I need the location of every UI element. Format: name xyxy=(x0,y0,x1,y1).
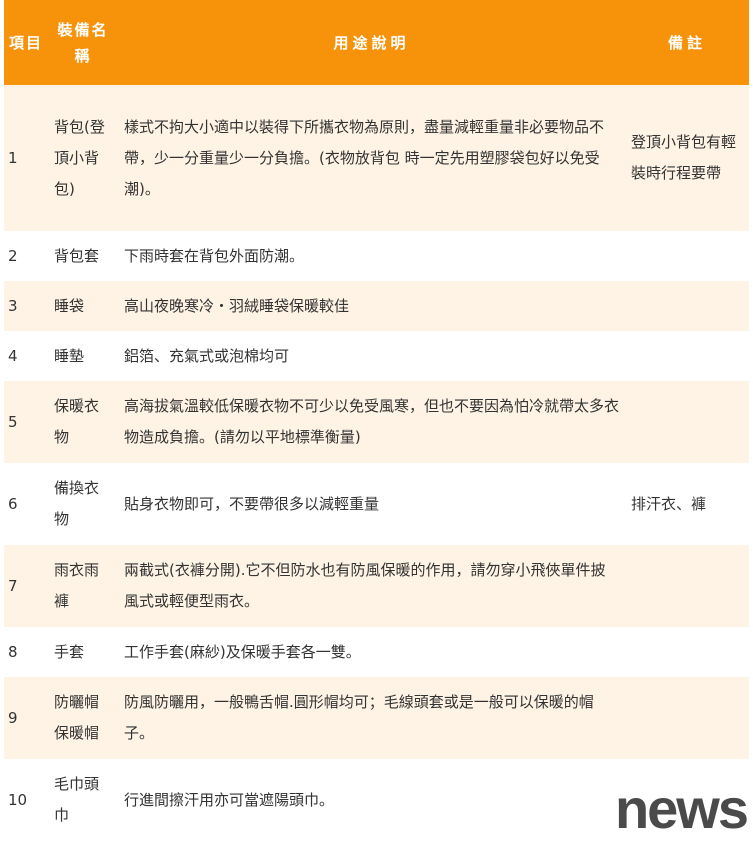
cell-equipment-name: 手套 xyxy=(48,627,118,677)
news-watermark-logo: news xyxy=(614,777,749,840)
header-index: 項目 xyxy=(8,33,43,52)
cell-description: 兩截式(衣褲分開).它不但防水也有防風保暖的作用，請勿穿小飛俠單件披風式或輕便型… xyxy=(118,545,625,627)
table-body: 1 背包(登頂小背包) 樣式不拘大小適中以裝得下所攜衣物為原則，盡量減輕重量非必要物… xyxy=(4,85,749,841)
cell-index: 3 xyxy=(4,281,48,331)
cell-description: 工作手套(麻紗)及保暖手套各一雙。 xyxy=(118,627,625,677)
cell-description: 防風防曬用，一般鴨舌帽.圓形帽均可；毛線頭套或是一般可以保暖的帽子。 xyxy=(118,677,625,759)
table-header-row: 項目 裝備名稱 用途說明 備註 xyxy=(4,0,749,85)
table-row: 3 睡袋 高山夜晚寒冷・羽絨睡袋保暖較佳 xyxy=(4,281,749,331)
cell-index: 9 xyxy=(4,677,48,759)
cell-note xyxy=(625,545,749,627)
cell-equipment-name: 防曬帽保暖帽 xyxy=(48,677,118,759)
table-row: 9 防曬帽保暖帽 防風防曬用，一般鴨舌帽.圓形帽均可；毛線頭套或是一般可以保暖的帽子… xyxy=(4,677,749,759)
cell-equipment-name: 睡袋 xyxy=(48,281,118,331)
header-description: 用途說明 xyxy=(333,33,410,52)
cell-equipment-name: 備換衣物 xyxy=(48,463,118,545)
cell-equipment-name: 睡墊 xyxy=(48,331,118,381)
cell-description: 行進間擦汗用亦可當遮陽頭巾。 xyxy=(118,759,625,841)
cell-note xyxy=(625,627,749,677)
cell-equipment-name: 保暖衣物 xyxy=(48,381,118,463)
cell-note xyxy=(625,381,749,463)
cell-description: 下雨時套在背包外面防潮。 xyxy=(118,231,625,281)
table-row: 5 保暖衣物 高海拔氣溫較低保暖衣物不可少以免受風寒，但也不要因為怕冷就帶太多衣物造… xyxy=(4,381,749,463)
table-row: 6 備換衣物 貼身衣物即可，不要帶很多以減輕重量 排汗衣、褲 xyxy=(4,463,749,545)
cell-description: 鋁箔、充氣式或泡棉均可 xyxy=(118,331,625,381)
cell-description: 高海拔氣溫較低保暖衣物不可少以免受風寒，但也不要因為怕冷就帶太多衣物造成負擔。(… xyxy=(118,381,625,463)
cell-index: 7 xyxy=(4,545,48,627)
table-row: 1 背包(登頂小背包) 樣式不拘大小適中以裝得下所攜衣物為原則，盡量減輕重量非必要物… xyxy=(4,85,749,231)
table-row: 4 睡墊 鋁箔、充氣式或泡棉均可 xyxy=(4,331,749,381)
cell-note xyxy=(625,331,749,381)
equipment-table-container: 項目 裝備名稱 用途說明 備註 1 背包(登頂小背包) 樣式不拘大小適中以裝得下所攜… xyxy=(4,0,749,841)
cell-index: 8 xyxy=(4,627,48,677)
cell-note xyxy=(625,281,749,331)
cell-equipment-name: 毛巾頭巾 xyxy=(48,759,118,841)
cell-index: 6 xyxy=(4,463,48,545)
cell-equipment-name: 雨衣雨褲 xyxy=(48,545,118,627)
equipment-table: 項目 裝備名稱 用途說明 備註 1 背包(登頂小背包) 樣式不拘大小適中以裝得下所攜… xyxy=(4,0,749,841)
cell-index: 1 xyxy=(4,85,48,231)
header-note: 備註 xyxy=(667,33,706,52)
cell-index: 4 xyxy=(4,331,48,381)
table-row: 2 背包套 下雨時套在背包外面防潮。 xyxy=(4,231,749,281)
cell-note xyxy=(625,231,749,281)
cell-equipment-name: 背包(登頂小背包) xyxy=(48,85,118,231)
cell-index: 10 xyxy=(4,759,48,841)
cell-description: 樣式不拘大小適中以裝得下所攜衣物為原則，盡量減輕重量非必要物品不帶，少一分重量少… xyxy=(118,85,625,231)
cell-description: 高山夜晚寒冷・羽絨睡袋保暖較佳 xyxy=(118,281,625,331)
cell-note xyxy=(625,677,749,759)
header-name: 裝備名稱 xyxy=(57,20,109,65)
cell-index: 2 xyxy=(4,231,48,281)
cell-equipment-name: 背包套 xyxy=(48,231,118,281)
cell-note: 登頂小背包有輕裝時行程要帶 xyxy=(625,85,749,231)
cell-description: 貼身衣物即可，不要帶很多以減輕重量 xyxy=(118,463,625,545)
cell-index: 5 xyxy=(4,381,48,463)
cell-note: 排汗衣、褲 xyxy=(625,463,749,545)
table-row: 7 雨衣雨褲 兩截式(衣褲分開).它不但防水也有防風保暖的作用，請勿穿小飛俠單件披風… xyxy=(4,545,749,627)
table-row: 8 手套 工作手套(麻紗)及保暖手套各一雙。 xyxy=(4,627,749,677)
